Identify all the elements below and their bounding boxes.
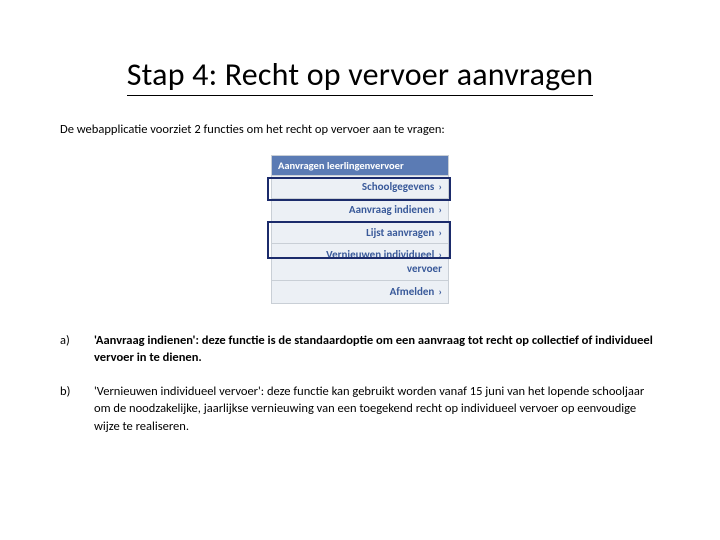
title-suffix: : Recht op vervoer aanvragen [209, 55, 594, 94]
menu-header: Aanvragen leerlingenvervoer [272, 156, 448, 175]
menu-item-vernieuwen-individueel[interactable]: Vernieuwen individueel › vervoer [272, 243, 448, 280]
menu-item-afmelden[interactable]: Afmelden › [272, 280, 448, 303]
menu-item-label: Vernieuwen individueel [326, 248, 434, 261]
option-b: b) 'Vernieuwen individueel vervoer': dez… [60, 383, 660, 436]
menu-item-label: Afmelden [390, 285, 435, 298]
option-label: b) [60, 383, 94, 436]
title-prefix: Stap 4 [127, 55, 209, 94]
chevron-right-icon: › [436, 203, 442, 216]
intro-text: De webapplicatie voorziet 2 functies om … [60, 122, 660, 137]
menu-screenshot: Aanvragen leerlingenvervoer Schoolgegeve… [60, 155, 660, 304]
menu-item-label: Lijst aanvragen [366, 226, 434, 239]
menu-item-label-line2: vervoer [407, 262, 442, 275]
chevron-right-icon: › [436, 248, 442, 261]
chevron-right-icon: › [436, 180, 442, 193]
menu-item-label: Schoolgegevens [362, 180, 434, 193]
menu-item-schoolgegevens[interactable]: Schoolgegevens › [272, 175, 448, 198]
menu-item-label: Aanvraag indienen [349, 203, 434, 216]
chevron-right-icon: › [436, 226, 442, 239]
chevron-right-icon: › [436, 285, 442, 298]
page-title: Stap 4: Recht op vervoer aanvragen [60, 55, 660, 94]
option-a: a) 'Aanvraag indienen': deze functie is … [60, 332, 660, 367]
option-text: 'Aanvraag indienen': deze functie is de … [94, 332, 660, 367]
nav-menu: Aanvragen leerlingenvervoer Schoolgegeve… [271, 155, 449, 304]
menu-item-aanvraag-indienen[interactable]: Aanvraag indienen › [272, 198, 448, 221]
option-label: a) [60, 332, 94, 367]
menu-item-lijst-aanvragen[interactable]: Lijst aanvragen › [272, 221, 448, 244]
option-text: 'Vernieuwen individueel vervoer': deze f… [94, 383, 660, 436]
